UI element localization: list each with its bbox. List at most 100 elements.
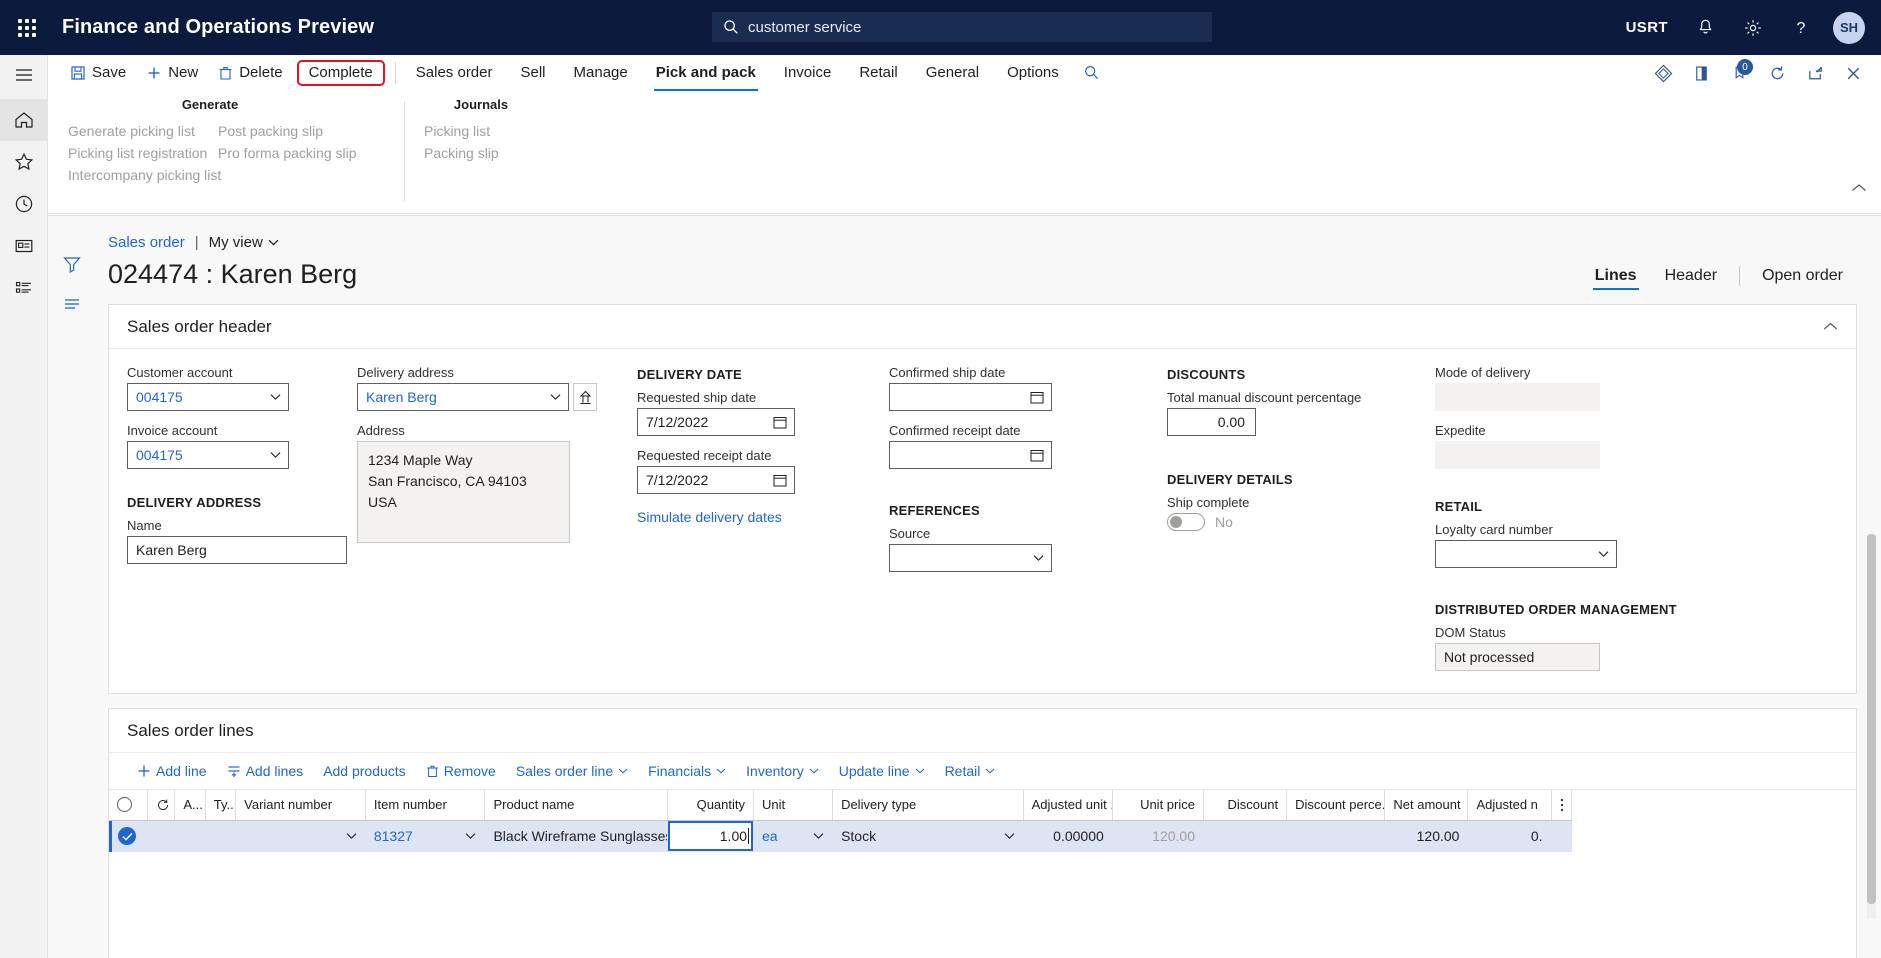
column-header-adjusted-net[interactable]: Adjusted n — [1467, 790, 1552, 821]
remove-line-button[interactable]: Remove — [416, 757, 506, 785]
invoice-account-input[interactable]: 004175 — [127, 441, 289, 469]
column-header-a[interactable]: A... — [174, 790, 206, 821]
total-manual-discount-input[interactable]: 0.00 — [1167, 408, 1256, 436]
column-header-unit[interactable]: Unit — [753, 790, 834, 821]
journal-packing-slip-link[interactable]: Packing slip — [416, 142, 546, 164]
requested-receipt-date-input[interactable]: 7/12/2022 — [637, 466, 795, 494]
company-selector[interactable]: USRT — [1612, 0, 1682, 55]
tab-header[interactable]: Header — [1651, 267, 1731, 285]
row-item-number-cell[interactable]: 81327 — [365, 820, 486, 852]
sales-order-line-menu[interactable]: Sales order line — [506, 757, 638, 785]
add-lines-button[interactable]: Add lines — [217, 757, 314, 785]
new-button[interactable]: New — [136, 55, 208, 91]
customer-account-input[interactable]: 004175 — [127, 383, 289, 411]
intercompany-picking-list-link[interactable]: Intercompany picking list — [60, 164, 221, 186]
source-input[interactable] — [889, 544, 1052, 572]
tab-sales-order[interactable]: Sales order — [402, 55, 507, 91]
row-adjusted-net-cell[interactable]: 0. — [1467, 820, 1552, 852]
expedite-input[interactable] — [1435, 441, 1600, 469]
inventory-menu[interactable]: Inventory — [736, 757, 829, 785]
collapse-header-card-button[interactable] — [1823, 322, 1838, 331]
close-button[interactable] — [1835, 55, 1871, 91]
view-selector[interactable]: My view — [209, 234, 279, 251]
sidebar-item-workspaces[interactable] — [0, 225, 48, 267]
column-header-ty[interactable]: Ty... — [205, 790, 237, 821]
column-header-item-number[interactable]: Item number — [365, 790, 486, 821]
address-map-button[interactable] — [573, 383, 597, 411]
save-button[interactable]: Save — [60, 55, 136, 91]
tab-retail[interactable]: Retail — [845, 55, 911, 91]
picking-list-registration-link[interactable]: Picking list registration — [60, 142, 210, 164]
sidebar-item-modules[interactable] — [0, 267, 48, 309]
column-header-variant-number[interactable]: Variant number — [235, 790, 366, 821]
scrollbar-thumb[interactable] — [1867, 534, 1876, 904]
simulate-delivery-dates-link[interactable]: Simulate delivery dates — [637, 509, 889, 525]
quantity-input[interactable]: 1.00 — [667, 821, 753, 852]
sidebar-item-favorites[interactable] — [0, 141, 48, 183]
tab-lines[interactable]: Lines — [1581, 267, 1651, 290]
avatar[interactable]: SH — [1833, 11, 1865, 44]
refresh-button[interactable] — [1759, 55, 1795, 91]
row-unit-price-cell[interactable]: 120.00 — [1112, 820, 1204, 852]
attachments-button[interactable] — [1645, 55, 1681, 91]
nav-menu-button[interactable] — [0, 55, 48, 95]
row-checkbox-checked-icon[interactable] — [118, 827, 136, 846]
row-select-cell[interactable] — [109, 820, 148, 852]
row-discount-cell[interactable] — [1203, 820, 1288, 852]
row-unit-cell[interactable]: ea — [753, 820, 834, 852]
settings-button[interactable] — [1729, 0, 1777, 55]
table-row[interactable]: 81327 Black Wireframe Sunglasses 1.00 ea — [109, 820, 1573, 852]
row-delivery-type-cell[interactable]: Stock — [832, 820, 1024, 852]
delete-button[interactable]: Delete — [208, 55, 292, 91]
notes-button[interactable]: 0 — [1721, 55, 1757, 91]
confirmed-ship-date-input[interactable] — [889, 383, 1052, 411]
post-packing-slip-link[interactable]: Post packing slip — [210, 120, 365, 142]
address-textarea[interactable]: 1234 Maple Way San Francisco, CA 94103 U… — [357, 441, 570, 543]
select-all-header[interactable] — [109, 790, 148, 821]
delivery-name-input[interactable]: Karen Berg — [127, 536, 347, 564]
tab-sell[interactable]: Sell — [507, 55, 560, 91]
filter-button[interactable] — [48, 244, 96, 284]
delivery-address-input[interactable]: Karen Berg — [357, 383, 569, 411]
confirmed-receipt-date-input[interactable] — [889, 441, 1052, 469]
generate-picking-list-link[interactable]: Generate picking list — [60, 120, 210, 142]
row-adjusted-unit-price-cell[interactable]: 0.00000 — [1023, 820, 1113, 852]
refresh-column-header[interactable] — [147, 790, 176, 821]
sidebar-item-recent[interactable] — [0, 183, 48, 225]
collapse-ribbon-button[interactable] — [1851, 183, 1867, 193]
row-quantity-cell[interactable]: 1.00 — [667, 820, 755, 852]
column-header-adjusted-unit-price[interactable]: Adjusted unit ... — [1023, 790, 1113, 821]
requested-ship-date-input[interactable]: 7/12/2022 — [637, 408, 795, 436]
tab-open-order[interactable]: Open order — [1748, 267, 1857, 285]
ribbon-search-button[interactable] — [1073, 55, 1110, 91]
row-product-name-cell[interactable]: Black Wireframe Sunglasses — [484, 820, 668, 852]
help-button[interactable]: ? — [1777, 0, 1825, 55]
financials-menu[interactable]: Financials — [638, 757, 736, 785]
mode-of-delivery-input[interactable] — [1435, 383, 1600, 411]
column-header-quantity[interactable]: Quantity — [667, 790, 755, 821]
ship-complete-toggle[interactable] — [1167, 513, 1205, 531]
global-search-box[interactable]: customer service — [712, 12, 1212, 42]
column-header-net-amount[interactable]: Net amount — [1384, 790, 1469, 821]
row-discount-percent-cell[interactable] — [1286, 820, 1386, 852]
column-options-header[interactable] — [1551, 790, 1573, 821]
notifications-button[interactable] — [1682, 0, 1729, 55]
breadcrumb-sales-order-link[interactable]: Sales order — [108, 234, 185, 251]
sidebar-item-home[interactable] — [0, 99, 48, 141]
column-header-unit-price[interactable]: Unit price — [1112, 790, 1204, 821]
update-line-menu[interactable]: Update line — [829, 757, 935, 785]
column-header-discount-percent[interactable]: Discount perce... — [1286, 790, 1386, 821]
loyalty-card-input[interactable] — [1435, 540, 1617, 568]
journal-picking-list-link[interactable]: Picking list — [416, 120, 546, 142]
row-variant-number-cell[interactable] — [235, 820, 366, 852]
add-products-button[interactable]: Add products — [313, 757, 416, 785]
tab-options[interactable]: Options — [993, 55, 1073, 91]
list-panel-button[interactable] — [48, 284, 96, 324]
tab-invoice[interactable]: Invoice — [770, 55, 846, 91]
tab-pick-and-pack[interactable]: Pick and pack — [642, 55, 770, 91]
column-header-discount[interactable]: Discount — [1203, 790, 1288, 821]
tab-manage[interactable]: Manage — [560, 55, 642, 91]
retail-menu[interactable]: Retail — [935, 757, 1006, 785]
app-launcher-button[interactable] — [0, 0, 54, 55]
pro-forma-packing-slip-link[interactable]: Pro forma packing slip — [210, 142, 365, 164]
